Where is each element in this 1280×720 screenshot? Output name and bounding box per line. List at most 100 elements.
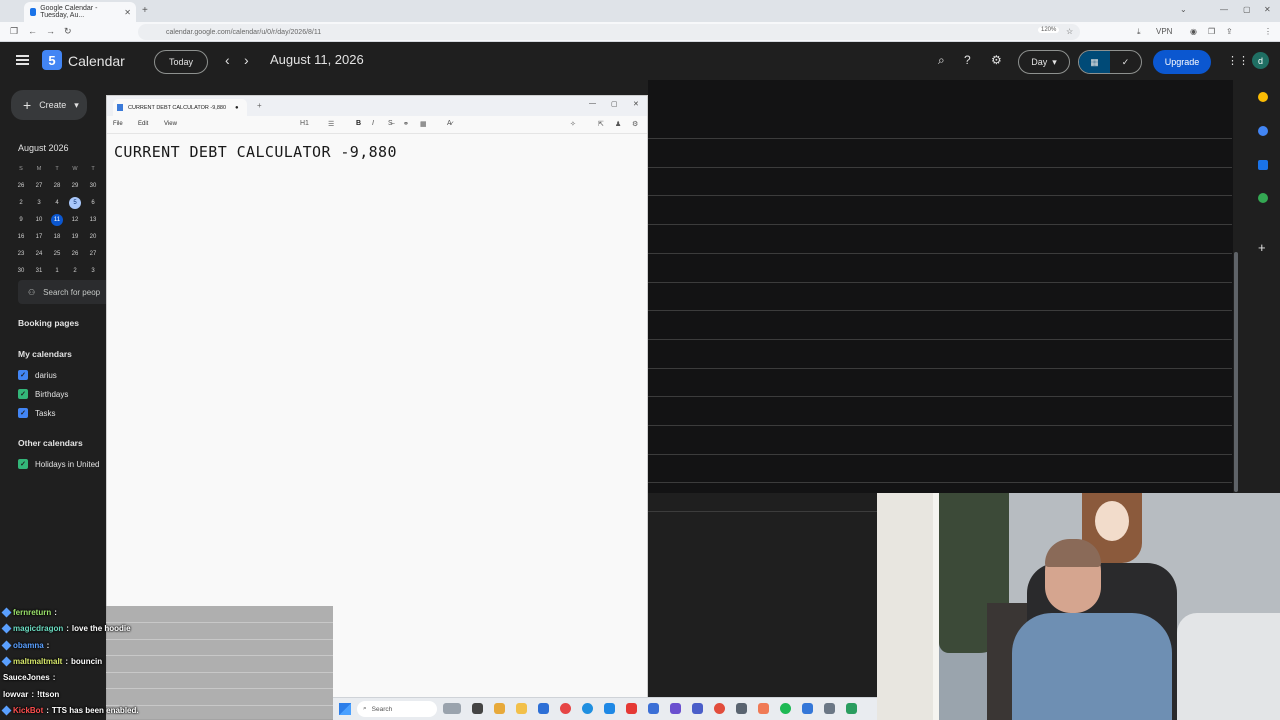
extension-icon[interactable]: ❒ [1208, 27, 1215, 36]
mini-calendar-day[interactable]: 28 [48, 177, 66, 194]
window-close-icon[interactable]: ✕ [1264, 5, 1271, 14]
mini-calendar-day[interactable]: 17 [30, 228, 48, 245]
menu-edit[interactable]: Edit [138, 121, 148, 127]
checkbox-icon[interactable]: ✓ [18, 370, 28, 380]
browser-menu-icon[interactable]: ⋮ [1264, 27, 1272, 36]
my-calendars-heading[interactable]: My calendars [18, 349, 72, 359]
discord-icon[interactable] [692, 703, 703, 714]
menu-file[interactable]: File [113, 121, 123, 127]
mini-calendar-day[interactable]: 2 [12, 194, 30, 211]
settings-app-icon[interactable] [648, 703, 659, 714]
mini-calendar-day[interactable]: 1 [48, 262, 66, 279]
browser-tab[interactable]: Google Calendar - Tuesday, Au... ✕ [24, 2, 136, 22]
mini-calendar-day[interactable]: 10 [30, 211, 48, 228]
document-app-icon[interactable] [802, 703, 813, 714]
chevron-down-icon[interactable]: ⌄ [1180, 5, 1187, 14]
bookmark-star-icon[interactable]: ☆ [1066, 27, 1073, 36]
mini-calendar-day[interactable]: 27 [84, 245, 102, 262]
url-bar[interactable]: calendar.google.com/calendar/u/0/r/day/2… [138, 24, 1080, 40]
mini-calendar-day[interactable]: 3 [84, 262, 102, 279]
main-menu-icon[interactable] [16, 55, 29, 65]
account-icon[interactable]: ◉ [1190, 27, 1197, 36]
calendar-item-birthdays[interactable]: ✓ Birthdays [18, 389, 68, 399]
mini-calendar-day[interactable]: 2 [66, 262, 84, 279]
scrollbar-thumb[interactable] [1234, 252, 1238, 492]
maximize-icon[interactable]: ▢ [611, 100, 618, 108]
notepad-taskbar-icon[interactable] [736, 703, 747, 714]
mini-calendar-day[interactable]: 29 [66, 177, 84, 194]
calendar-item-tasks[interactable]: ✓ Tasks [18, 408, 55, 418]
link-icon[interactable]: ⚭ [403, 120, 409, 128]
mini-calendar-day[interactable]: 3 [30, 194, 48, 211]
chrome-icon[interactable] [494, 703, 505, 714]
add-addon-icon[interactable]: + [1258, 240, 1266, 255]
mini-calendar-day[interactable]: 5 [66, 194, 84, 211]
mini-calendar-day[interactable]: 18 [48, 228, 66, 245]
notepad-tab[interactable]: CURRENT DEBT CALCULATOR -9,880 ● [113, 99, 247, 116]
menu-view[interactable]: View [164, 121, 177, 127]
tasks-view-icon[interactable]: ✓ [1110, 51, 1141, 73]
obs-icon[interactable] [846, 703, 857, 714]
mini-calendar-day[interactable]: 9 [12, 211, 30, 228]
share-icon[interactable]: ⇪ [1226, 27, 1233, 36]
firefox-icon[interactable] [758, 703, 769, 714]
opera-icon[interactable] [560, 703, 571, 714]
checkbox-icon[interactable]: ✓ [18, 408, 28, 418]
mini-calendar-day[interactable]: 27 [30, 177, 48, 194]
tasks-icon[interactable] [1258, 126, 1268, 136]
calendar-item-holidays[interactable]: ✓ Holidays in United [18, 459, 99, 469]
youtube-icon[interactable] [626, 703, 637, 714]
reload-icon[interactable]: ↻ [64, 26, 72, 37]
back-icon[interactable]: ← [28, 26, 37, 36]
today-button[interactable]: Today [154, 50, 208, 74]
search-icon[interactable]: ⌕ [938, 53, 945, 68]
minimize-icon[interactable]: — [589, 100, 596, 107]
view-select[interactable]: Day ▾ [1018, 50, 1070, 74]
table-icon[interactable]: ▦ [420, 120, 427, 128]
media-app-icon[interactable] [714, 703, 725, 714]
mini-calendar-day[interactable]: 20 [84, 228, 102, 245]
spotify-icon[interactable] [780, 703, 791, 714]
gear-icon[interactable]: ⚙ [632, 120, 638, 128]
other-calendars-heading[interactable]: Other calendars [18, 438, 83, 448]
mini-calendar-day[interactable]: 24 [30, 245, 48, 262]
booking-pages-link[interactable]: Booking pages [18, 318, 79, 328]
strikethrough-icon[interactable]: S̶ [388, 120, 393, 127]
bold-tool[interactable]: B [356, 120, 361, 127]
mini-calendar-day[interactable]: 6 [84, 194, 102, 211]
taskbar-search[interactable]: ⌕ Search [357, 701, 437, 717]
help-icon[interactable]: ? [964, 53, 971, 67]
new-tab-icon[interactable]: + [142, 5, 148, 16]
file-explorer-icon[interactable] [516, 703, 527, 714]
new-tab-icon[interactable]: + [257, 101, 262, 110]
checkbox-icon[interactable]: ✓ [18, 459, 28, 469]
mini-calendar-day[interactable]: 12 [66, 211, 84, 228]
mini-calendar-day[interactable]: 11 [48, 211, 66, 228]
maximize-icon[interactable]: ▢ [1243, 5, 1251, 14]
mini-calendar-day[interactable]: 30 [12, 262, 30, 279]
zoom-badge[interactable]: 120% [1038, 27, 1060, 33]
search-people-input[interactable]: ⚇ Search for peop [18, 280, 118, 304]
calculator-icon[interactable] [538, 703, 549, 714]
minimize-icon[interactable]: — [1220, 5, 1228, 14]
italic-tool[interactable]: I [372, 120, 374, 127]
close-icon[interactable]: ✕ [633, 100, 639, 108]
unsaved-dot-icon[interactable]: ● [235, 105, 239, 111]
upgrade-button[interactable]: Upgrade [1153, 50, 1211, 74]
create-button[interactable]: + Create ▾ [11, 90, 87, 120]
forward-icon[interactable]: → [46, 26, 55, 36]
previous-day-icon[interactable]: ‹ [225, 52, 230, 68]
widget-icon[interactable] [443, 703, 461, 714]
mini-calendar-day[interactable]: 13 [84, 211, 102, 228]
mini-calendar-day[interactable]: 23 [12, 245, 30, 262]
gear-icon[interactable] [824, 703, 835, 714]
mini-calendar-day[interactable]: 26 [12, 177, 30, 194]
heading-tool[interactable]: H1 [300, 120, 309, 127]
teams-icon[interactable] [670, 703, 681, 714]
keep-icon[interactable] [1258, 92, 1268, 102]
mini-calendar-day[interactable]: 31 [30, 262, 48, 279]
checkbox-icon[interactable]: ✓ [18, 389, 28, 399]
sidebar-toggle-icon[interactable]: ❐ [10, 26, 18, 37]
list-icon[interactable]: ☰ [328, 120, 334, 128]
mini-calendar-day[interactable]: 16 [12, 228, 30, 245]
